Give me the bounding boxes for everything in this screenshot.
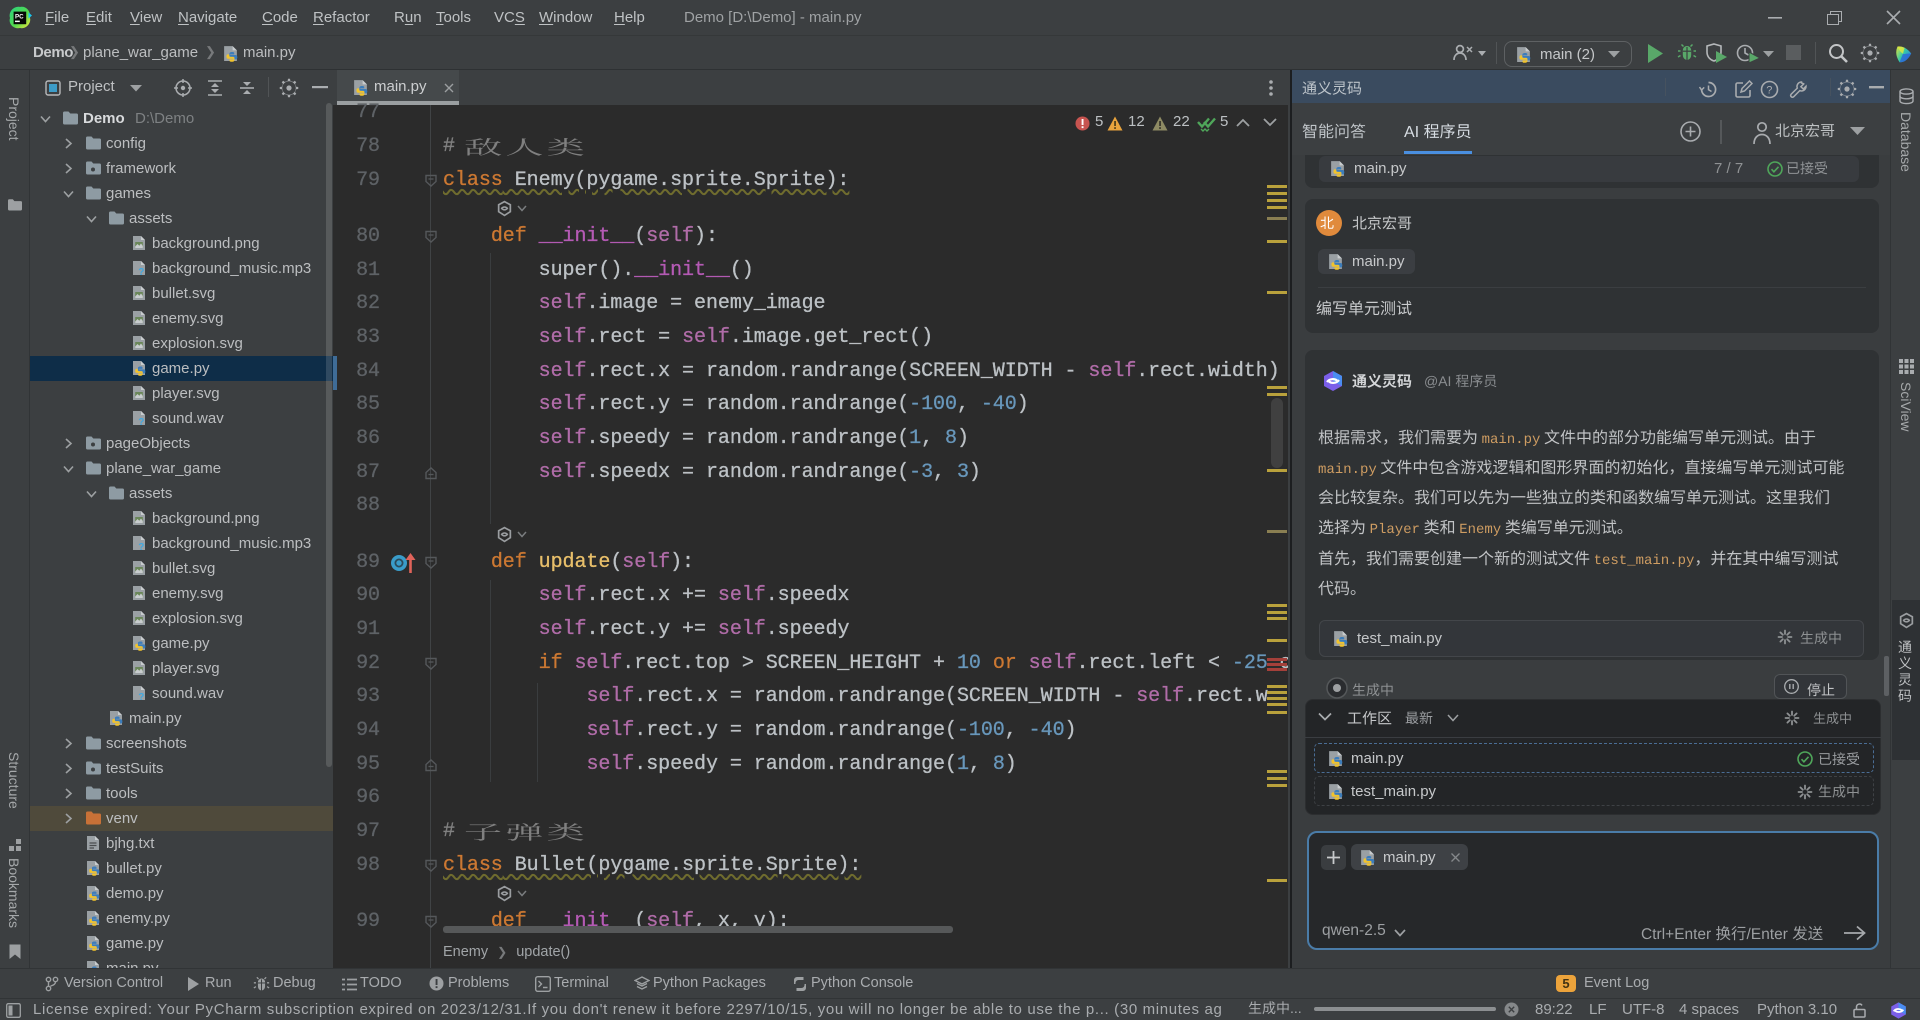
svg-text:PC: PC	[15, 14, 24, 21]
svg-text:?: ?	[1766, 85, 1772, 97]
